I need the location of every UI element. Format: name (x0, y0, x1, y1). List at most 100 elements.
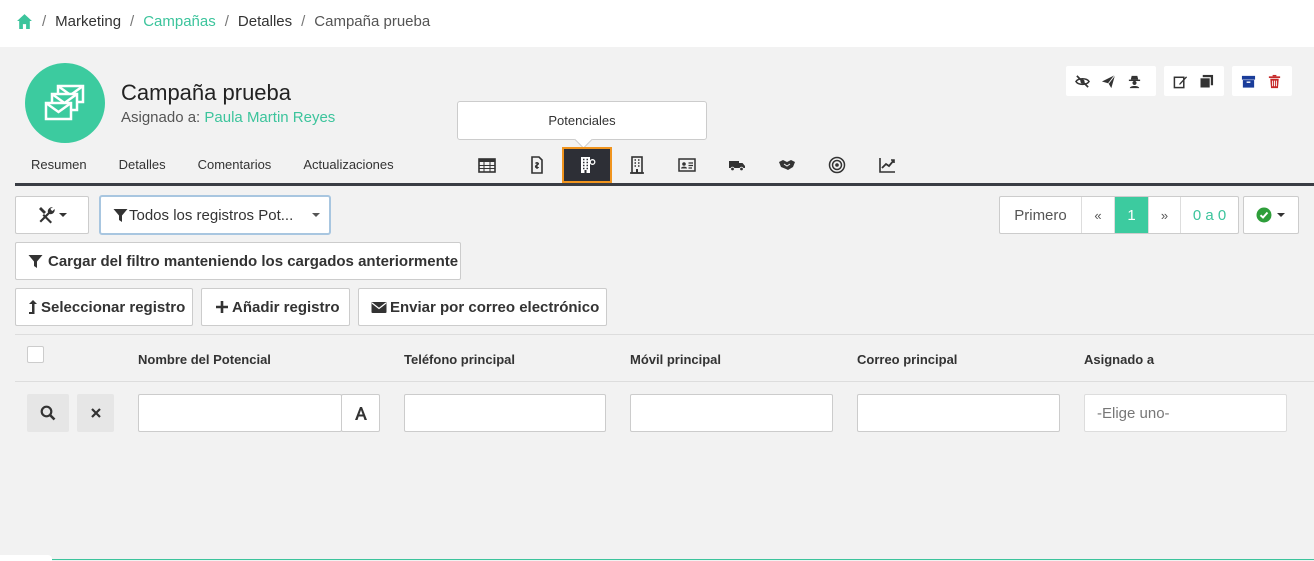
column-header-telefono[interactable]: Teléfono principal (404, 352, 515, 367)
caret-down-icon (1277, 213, 1285, 217)
load-filter-button[interactable]: Cargar del filtro manteniendo los cargad… (15, 242, 461, 280)
breadcrumb-separator: / (224, 13, 229, 30)
check-circle-icon (1256, 207, 1272, 223)
column-header-asignado[interactable]: Asignado a (1084, 352, 1154, 367)
caret-down-icon (312, 213, 320, 217)
add-record-label: Añadir registro (232, 298, 340, 316)
pager-prev[interactable]: « (1082, 197, 1115, 233)
building-icon (630, 156, 644, 174)
breadcrumb-separator: / (301, 13, 306, 30)
bullseye-icon (828, 156, 846, 174)
close-icon (90, 408, 101, 418)
copy-icon[interactable] (1193, 66, 1219, 96)
bottom-tab (0, 555, 52, 561)
tab-actualizaciones[interactable]: Actualizaciones (287, 155, 409, 183)
send-email-label: Enviar por correo electrónico (390, 298, 600, 316)
text-search-mode-button[interactable] (341, 394, 380, 432)
level-up-icon (29, 300, 37, 314)
paper-plane-icon[interactable] (1095, 66, 1121, 96)
column-header-nombre[interactable]: Nombre del Potencial (138, 352, 271, 367)
assigned-user-link[interactable]: Paula Martin Reyes (204, 109, 335, 126)
filter-movil-input[interactable] (630, 394, 833, 432)
subtab-potenciales[interactable] (562, 147, 612, 183)
action-group-delete (1232, 66, 1292, 96)
add-record-button[interactable]: Añadir registro (201, 288, 350, 326)
select-record-button[interactable]: Seleccionar registro (15, 288, 193, 326)
edit-icon[interactable] (1167, 66, 1193, 96)
file-invoice-icon (531, 156, 543, 174)
column-header-correo[interactable]: Correo principal (857, 352, 957, 367)
subtab-target[interactable] (812, 147, 862, 183)
filter-icon (28, 254, 43, 268)
handshake-icon (779, 160, 795, 170)
archive-icon[interactable] (1235, 66, 1261, 96)
subtab-building[interactable] (612, 147, 662, 183)
pager-next[interactable]: » (1149, 197, 1181, 233)
tools-dropdown-button[interactable] (15, 196, 89, 234)
top-bar: / Marketing / Campañas / Detalles / Camp… (0, 0, 1314, 47)
column-header-movil[interactable]: Móvil principal (630, 352, 721, 367)
breadcrumb-marketing[interactable]: Marketing (55, 13, 121, 30)
subtab-shipping[interactable] (712, 147, 762, 183)
filter-select-value: Todos los registros Pot... (129, 206, 294, 224)
bottom-divider (52, 559, 1314, 560)
filter-select[interactable]: Todos los registros Pot... (99, 195, 331, 235)
user-secret-icon[interactable] (1121, 66, 1147, 96)
related-module-tabs (462, 147, 912, 183)
envelope-icon (371, 301, 387, 313)
pager-range: 0 a 0 (1192, 206, 1227, 224)
record-panel: Campaña prueba Asignado a: Paula Martin … (0, 47, 1314, 561)
font-icon (354, 406, 367, 420)
breadcrumb-current: Campaña prueba (314, 13, 431, 30)
subtab-contact[interactable] (662, 147, 712, 183)
search-icon (40, 405, 56, 421)
eye-slash-icon[interactable] (1069, 66, 1095, 96)
record-assigned: Asignado a: Paula Martin Reyes (121, 109, 335, 126)
assigned-label: Asignado a: (121, 109, 201, 126)
filter-icon (113, 208, 128, 222)
action-group-edit (1164, 66, 1224, 96)
caret-down-icon (58, 213, 67, 217)
tabs-divider (15, 183, 1314, 186)
tools-icon (38, 207, 55, 224)
send-email-button[interactable]: Enviar por correo electrónico (358, 288, 607, 326)
pager-first[interactable]: Primero (1000, 197, 1082, 233)
subtab-chart[interactable] (862, 147, 912, 183)
plus-icon (216, 301, 228, 313)
subtab-tooltip: Potenciales (457, 101, 707, 140)
filter-asignado-select[interactable]: -Elige uno- (1084, 394, 1287, 432)
envelopes-icon (44, 84, 85, 121)
breadcrumb-campanas[interactable]: Campañas (143, 13, 216, 30)
breadcrumb-separator: / (130, 13, 135, 30)
select-record-label: Seleccionar registro (41, 298, 186, 316)
filter-telefono-input[interactable] (404, 394, 606, 432)
clear-filter-button[interactable] (77, 394, 114, 432)
trash-icon[interactable] (1261, 66, 1287, 96)
tab-resumen[interactable]: Resumen (15, 155, 103, 183)
table-header: Nombre del Potencial Teléfono principal … (15, 334, 1314, 382)
pager-current[interactable]: 1 (1115, 197, 1149, 233)
record-avatar (25, 63, 105, 143)
breadcrumb-separator: / (42, 13, 47, 30)
id-card-icon (678, 158, 696, 172)
status-dropdown-button[interactable] (1243, 196, 1299, 234)
select-all-checkbox[interactable] (27, 346, 44, 363)
subtab-invoice[interactable] (512, 147, 562, 183)
record-tabs: Resumen Detalles Comentarios Actualizaci… (15, 155, 410, 183)
subtab-deals[interactable] (762, 147, 812, 183)
filter-asignado-placeholder: -Elige uno- (1097, 404, 1170, 422)
action-group-visibility (1066, 66, 1156, 96)
lead-building-icon (581, 157, 596, 173)
tab-detalles[interactable]: Detalles (103, 155, 182, 183)
filter-correo-input[interactable] (857, 394, 1060, 432)
pagination: Primero « 1 » 0 a 0 (999, 196, 1239, 234)
filter-nombre-input[interactable] (138, 394, 342, 432)
home-icon[interactable] (16, 13, 33, 30)
subtab-calendar[interactable] (462, 147, 512, 183)
search-button[interactable] (27, 394, 69, 432)
tab-comentarios[interactable]: Comentarios (182, 155, 288, 183)
breadcrumb-detalles[interactable]: Detalles (238, 13, 292, 30)
record-title: Campaña prueba (121, 80, 292, 105)
breadcrumb: / Marketing / Campañas / Detalles / Camp… (16, 13, 430, 30)
chart-line-icon (879, 158, 895, 173)
